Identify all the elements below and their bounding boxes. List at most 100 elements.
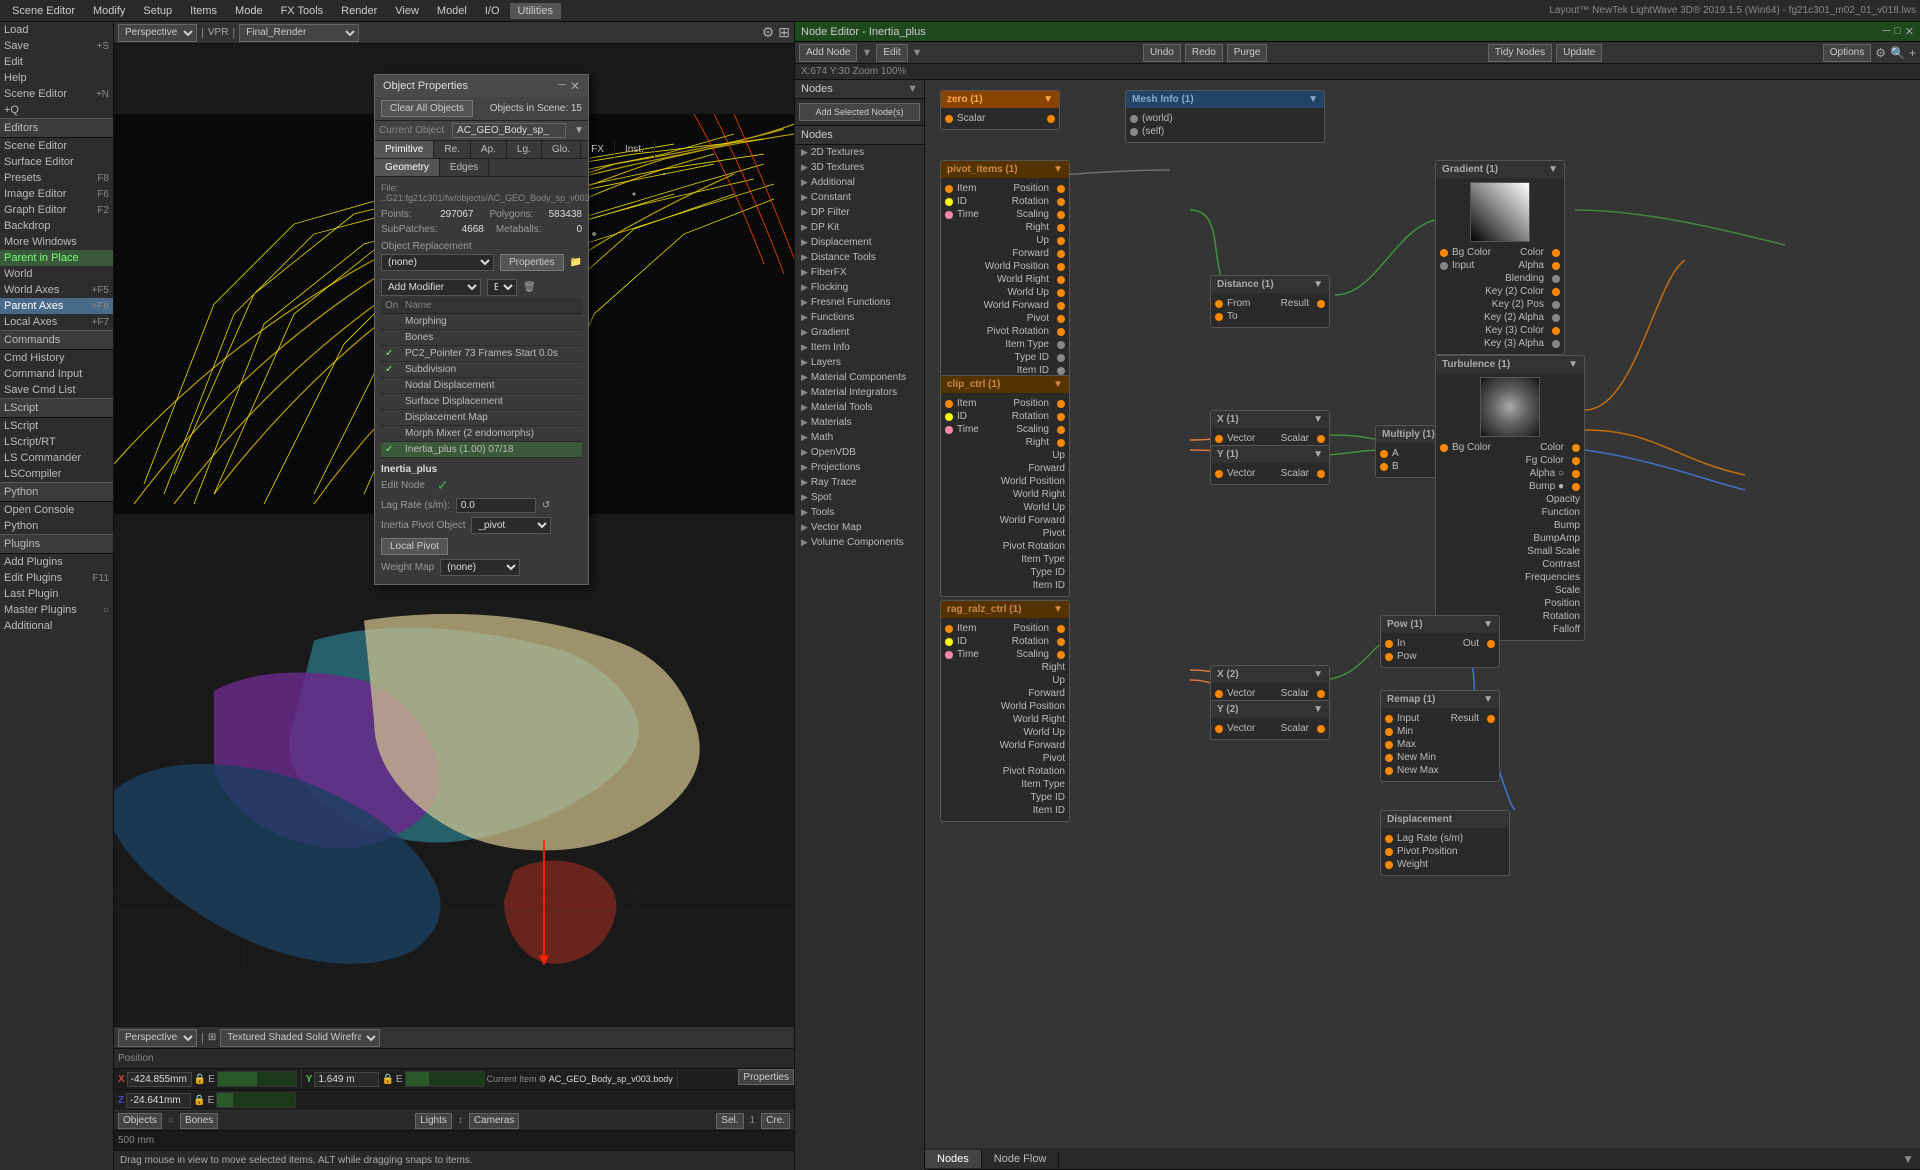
node-flow-tab[interactable]: Node Flow bbox=[982, 1150, 1060, 1168]
menu-utilities[interactable]: Utilities bbox=[510, 3, 561, 19]
z-lock-icon[interactable]: 🔒 bbox=[193, 1095, 205, 1106]
node-rag-ralz-ctrl-1[interactable]: rag_ralz_ctrl (1)▼ ItemPosition IDRotati… bbox=[940, 600, 1070, 822]
sidebar-item-graph-editor[interactable]: Graph EditorF2 bbox=[0, 202, 113, 218]
properties-btn[interactable]: Properties bbox=[500, 254, 564, 271]
sidebar-item-cmd-history[interactable]: Cmd History bbox=[0, 350, 113, 366]
create-btn[interactable]: Cre. bbox=[761, 1113, 790, 1129]
sidebar-item-additional[interactable]: Additional bbox=[0, 618, 113, 634]
modifier-bones[interactable]: Bones bbox=[381, 330, 582, 346]
bones-tab-btn[interactable]: Bones bbox=[180, 1113, 218, 1129]
node-y-1[interactable]: Y (1)▼ VectorScalar bbox=[1210, 445, 1330, 485]
add-node-btn[interactable]: Add Node bbox=[799, 44, 857, 62]
z-input[interactable] bbox=[126, 1093, 191, 1108]
current-object-value[interactable]: AC_GEO_Body_sp_ bbox=[452, 123, 566, 138]
search-icon[interactable]: 🔍 bbox=[1890, 46, 1905, 60]
node-cat-volume-components[interactable]: ▶Volume Components bbox=[795, 535, 924, 550]
undo-btn[interactable]: Undo bbox=[1143, 44, 1181, 62]
node-turbulence-1[interactable]: Turbulence (1)▼ Bg ColorColor Fg Color A… bbox=[1435, 355, 1585, 641]
purge-btn[interactable]: Purge bbox=[1227, 44, 1268, 62]
update-btn[interactable]: Update bbox=[1556, 44, 1602, 62]
settings-icon[interactable]: ⚙ bbox=[1875, 46, 1886, 60]
sidebar-item-last-plugin[interactable]: Last Plugin bbox=[0, 586, 113, 602]
tab-glo[interactable]: Glo. bbox=[542, 141, 581, 158]
sidebar-item-lscript[interactable]: LScript bbox=[0, 418, 113, 434]
menu-io[interactable]: I/O bbox=[477, 3, 508, 19]
modifier-inertia-plus[interactable]: ✓ Inertia_plus (1.00) 07/18 bbox=[381, 442, 582, 458]
sidebar-item-surface-editor[interactable]: Surface Editor bbox=[0, 154, 113, 170]
sidebar-item-command-input[interactable]: Command Input bbox=[0, 366, 113, 382]
add-modifier-select[interactable]: Add Modifier bbox=[381, 279, 481, 296]
tab-primitive[interactable]: Primitive bbox=[375, 141, 434, 158]
tab-lg[interactable]: Lg. bbox=[507, 141, 542, 158]
dialog-close[interactable]: ✕ bbox=[570, 79, 580, 93]
node-cat-dp-filter[interactable]: ▶DP Filter bbox=[795, 205, 924, 220]
node-clip-ctrl-1[interactable]: clip_ctrl (1)▼ ItemPosition IDRotation T… bbox=[940, 375, 1070, 597]
node-panel-collapse[interactable]: ▼ bbox=[1896, 1152, 1920, 1166]
node-remap-1[interactable]: Remap (1)▼ InputResult Min Max New Min N… bbox=[1380, 690, 1500, 782]
y-input[interactable] bbox=[314, 1072, 379, 1087]
cameras-tab-btn[interactable]: Cameras bbox=[469, 1113, 520, 1129]
menu-view[interactable]: View bbox=[387, 3, 427, 19]
subtab-geometry[interactable]: Geometry bbox=[375, 159, 440, 176]
sidebar-item-world[interactable]: World bbox=[0, 266, 113, 282]
sidebar-item-lscript-rt[interactable]: LScript/RT bbox=[0, 434, 113, 450]
x-input[interactable] bbox=[127, 1072, 192, 1087]
sidebar-item-local-axes[interactable]: Local Axes+F7 bbox=[0, 314, 113, 330]
render-preset-select[interactable]: Final_Render bbox=[239, 24, 359, 42]
sidebar-item-clearscene[interactable]: Scene Editor+N bbox=[0, 86, 113, 102]
modifier-morph-mixer[interactable]: Morph Mixer (2 endomorphs) bbox=[381, 426, 582, 442]
sidebar-item-save[interactable]: Save+S bbox=[0, 38, 113, 54]
node-cat-material-components[interactable]: ▶Material Components bbox=[795, 370, 924, 385]
node-cat-gradient[interactable]: ▶Gradient bbox=[795, 325, 924, 340]
node-cat-additional[interactable]: ▶Additional bbox=[795, 175, 924, 190]
modifier-delete[interactable]: 🗑 bbox=[523, 282, 536, 293]
node-cat-tools[interactable]: ▶Tools bbox=[795, 505, 924, 520]
node-cat-math[interactable]: ▶Math bbox=[795, 430, 924, 445]
node-cat-fresnel[interactable]: ▶Fresnel Functions bbox=[795, 295, 924, 310]
sidebar-item-backdrop[interactable]: Backdrop bbox=[0, 218, 113, 234]
x-lock-icon[interactable]: 🔒 bbox=[194, 1074, 206, 1085]
menu-render[interactable]: Render bbox=[333, 3, 385, 19]
menu-load[interactable]: Scene Editor bbox=[4, 3, 83, 19]
sidebar-item-edit[interactable]: Edit bbox=[0, 54, 113, 70]
lights-tab-btn[interactable]: Lights bbox=[415, 1113, 452, 1129]
sidebar-item-help[interactable]: Help bbox=[0, 70, 113, 86]
sel-btn[interactable]: Sel. bbox=[716, 1113, 743, 1129]
sidebar-item-scene-editor[interactable]: Scene Editor bbox=[0, 138, 113, 154]
node-cat-material-integrators[interactable]: ▶Material Integrators bbox=[795, 385, 924, 400]
lag-rate-input[interactable] bbox=[456, 498, 536, 513]
sidebar-item-ls-compiler[interactable]: LSCompiler bbox=[0, 466, 113, 482]
node-cat-functions[interactable]: ▶Functions bbox=[795, 310, 924, 325]
node-cat-flocking[interactable]: ▶Flocking bbox=[795, 280, 924, 295]
node-cat-materials[interactable]: ▶Materials bbox=[795, 415, 924, 430]
local-pivot-btn[interactable]: Local Pivot bbox=[381, 538, 448, 555]
node-cat-item-info[interactable]: ▶Item Info bbox=[795, 340, 924, 355]
sidebar-item-parent-in-place[interactable]: Parent in Place bbox=[0, 250, 113, 266]
node-editor-maximize[interactable]: □ bbox=[1894, 25, 1901, 38]
replacement-select[interactable]: (none) bbox=[381, 254, 494, 271]
node-cat-fiberfx[interactable]: ▶FiberFX bbox=[795, 265, 924, 280]
folder-icon[interactable]: 📁 bbox=[570, 257, 582, 268]
sidebar-item-image-editor[interactable]: Image EditorF6 bbox=[0, 186, 113, 202]
node-x-2[interactable]: X (2)▼ VectorScalar bbox=[1210, 665, 1330, 705]
menu-fxtools[interactable]: FX Tools bbox=[273, 3, 332, 19]
display-style-select[interactable]: Textured Shaded Solid Wireframe bbox=[220, 1029, 380, 1047]
node-cat-projections[interactable]: ▶Projections bbox=[795, 460, 924, 475]
camera-select[interactable]: Perspective bbox=[118, 24, 197, 42]
sidebar-item-world-axes[interactable]: World Axes+F5 bbox=[0, 282, 113, 298]
node-gradient-1[interactable]: Gradient (1)▼ Bg ColorColor InputAlpha B… bbox=[1435, 160, 1565, 355]
node-pivot-items-1[interactable]: pivot_items (1)▼ ItemPosition IDRotation… bbox=[940, 160, 1070, 382]
node-mesh-info-1[interactable]: Mesh Info (1)▼ (world) (self) bbox=[1125, 90, 1325, 143]
view-mode-select[interactable]: Perspective bbox=[118, 1029, 197, 1047]
node-displacement[interactable]: Displacement Lag Rate (s/m) Pivot Positi… bbox=[1380, 810, 1510, 876]
plus-icon[interactable]: + bbox=[1909, 46, 1916, 60]
modifier-nodal[interactable]: Nodal Displacement bbox=[381, 378, 582, 394]
menu-window[interactable]: Model bbox=[429, 3, 475, 19]
add-selected-node-btn[interactable]: Add Selected Node(s) bbox=[799, 103, 920, 121]
node-cat-2d-textures[interactable]: ▶2D Textures bbox=[795, 145, 924, 160]
sidebar-item-more-windows[interactable]: More Windows bbox=[0, 234, 113, 250]
weight-map-select[interactable]: (none) bbox=[440, 559, 520, 576]
node-cat-constant[interactable]: ▶Constant bbox=[795, 190, 924, 205]
node-cat-displacement[interactable]: ▶Displacement bbox=[795, 235, 924, 250]
node-cat-distance-tools[interactable]: ▶Distance Tools bbox=[795, 250, 924, 265]
